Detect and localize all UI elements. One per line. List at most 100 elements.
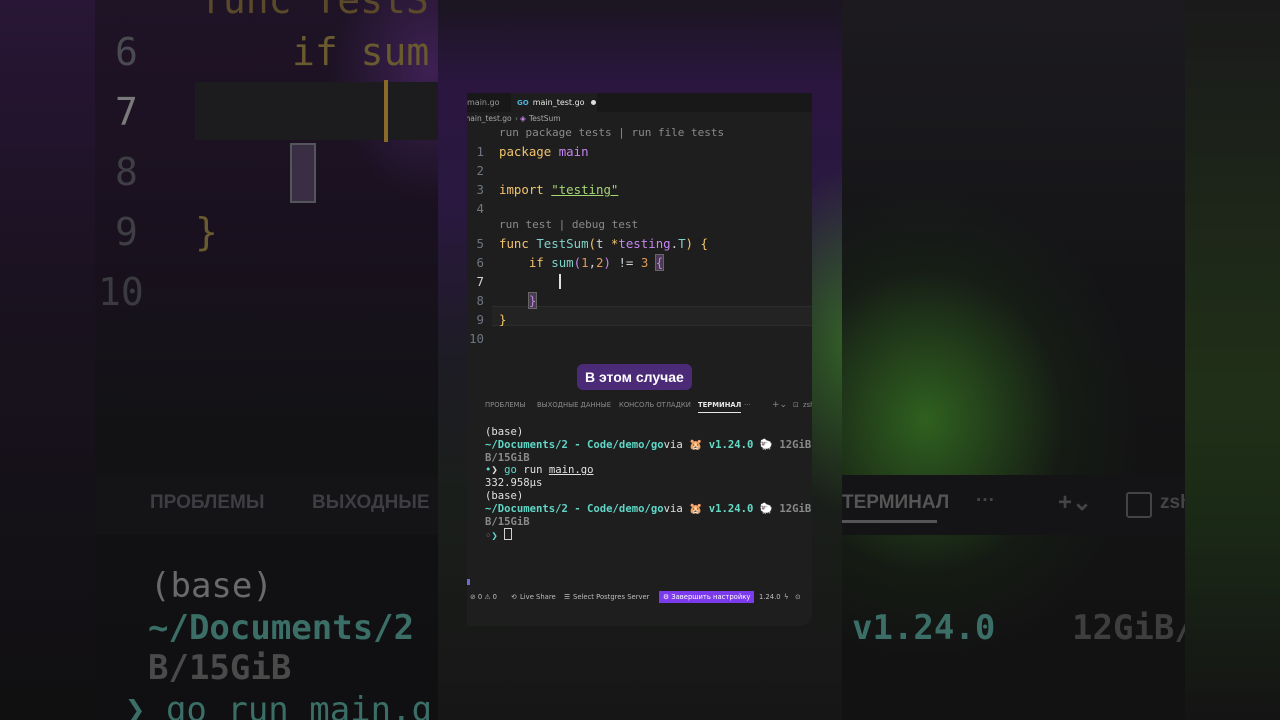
line-number: 5 [476, 236, 484, 251]
codelens-package[interactable]: run package tests | run file tests [499, 126, 724, 139]
ram-icon: 🐑 [759, 502, 773, 515]
term-mem: 12GiB/ [779, 502, 812, 515]
term-mem-total: B/15GiB [485, 515, 530, 528]
tab-debug-console[interactable]: КОНСОЛЬ ОТЛАДКИ [619, 395, 691, 415]
codelens-test[interactable]: run test | debug test [499, 218, 638, 231]
bg-term-line: ~/Documents/2 - [148, 608, 438, 648]
bg-code-fragment: func TestS [200, 0, 429, 22]
tab-main-go[interactable]: main.go [467, 93, 515, 112]
code-line-6: if sum(1,2) != 3 { [528, 254, 665, 271]
tab-terminal[interactable]: ТЕРМИНАЛ [698, 395, 742, 415]
breadcrumb-file[interactable]: main_test.go [467, 112, 512, 126]
term-output-duration: 332.958µs [485, 477, 543, 490]
remote-indicator[interactable] [467, 579, 470, 585]
term-prompt: ❯ [491, 464, 498, 477]
bg-panel-tab: ВЫХОДНЫЕ [312, 492, 430, 513]
bg-line-number: 10 [98, 270, 144, 314]
terminal-shell-icon[interactable]: ⊡ [793, 395, 799, 415]
vscode-window: main.go GO main_test.go main_test.go › ◈ … [467, 93, 812, 626]
code-line-8: } [527, 292, 538, 309]
term-base: (base) [485, 489, 524, 502]
line-number: 8 [476, 293, 484, 308]
bg-current-line [195, 82, 438, 140]
tab-problems[interactable]: ПРОБЛЕМЫ [485, 395, 526, 415]
current-line-highlight [492, 306, 812, 326]
term-version: v1.24.0 [708, 438, 754, 451]
term-mem: 12GiB/ [779, 438, 812, 451]
line-number: 7 [476, 274, 484, 289]
line-number: 10 [469, 331, 484, 346]
bg-add-icon: +⌄ [1058, 489, 1093, 516]
bg-shell-label: zsh [1160, 492, 1192, 513]
gopher-icon: 🐹 [689, 502, 703, 515]
unsaved-dot-icon[interactable] [590, 100, 596, 105]
go-version[interactable]: 1.24.0 [759, 591, 781, 603]
term-prompt: ❯ [491, 530, 498, 543]
line-number: 9 [476, 312, 484, 327]
term-version: v1.24.0 [708, 502, 754, 515]
bg-term-line: ❯ go run main.g [125, 690, 433, 720]
code-line-5: func TestSum(t *testing.T) { [499, 236, 708, 251]
term-mem-total: B/15GiB [485, 451, 530, 464]
code-line-1: package main [499, 144, 589, 159]
line-number: 3 [476, 182, 484, 197]
bg-panel-tab: ПРОБЛЕМЫ [150, 492, 265, 513]
finish-setup-button[interactable]: ⚙ Завершить настройку [659, 591, 755, 603]
code-line-9: } [499, 312, 507, 327]
tab-output[interactable]: ВЫХОДНЫЕ ДАННЫЕ [537, 395, 611, 415]
bg-line-number: 8 [115, 150, 138, 194]
term-cmd-go: go [504, 464, 517, 477]
terminal-cursor [504, 528, 513, 541]
copilot-icon[interactable]: ⊙ [795, 591, 801, 603]
breadcrumb-symbol[interactable]: TestSum [529, 112, 561, 126]
editor-tab-bar: main.go GO main_test.go [467, 93, 812, 112]
term-cmd-run: run [523, 464, 543, 477]
background-right: ТЕРМИНАЛ ··· +⌄ zsh v1.24.0 12GiB/ [842, 0, 1280, 720]
term-path: ~/Documents/2 - Code/demo/go [485, 438, 664, 451]
more-icon[interactable]: ··· [744, 395, 750, 415]
bg-mem: 12GiB/ [1072, 608, 1195, 648]
term-path: ~/Documents/2 - Code/demo/go [485, 502, 664, 515]
terminal-output[interactable]: (base) ~/Documents/2 - Code/demo/govia 🐹… [485, 426, 812, 543]
line-number: 6 [476, 255, 484, 270]
tab-main-test-go[interactable]: GO main_test.go [511, 93, 597, 112]
finish-setup-label: Завершить настройку [671, 593, 751, 601]
symbol-icon: ◈ [520, 114, 526, 123]
bg-bracket-box [290, 143, 316, 203]
breadcrumb-separator: › [515, 114, 518, 123]
bg-term-line: (base) [150, 566, 273, 606]
term-base: (base) [485, 426, 524, 438]
status-bar: ⊘ 0 ⚠ 0 ⟲ Live Share ☰ Select Postgres S… [467, 591, 812, 603]
problems-indicator[interactable]: ⊘ 0 ⚠ 0 [470, 591, 497, 603]
ram-icon: 🐑 [759, 438, 773, 451]
add-terminal-icon[interactable]: +⌄ [772, 395, 787, 415]
liveshare-icon[interactable]: ⟲ [511, 591, 517, 603]
text-cursor [559, 274, 561, 289]
bg-code-text: if sum [292, 30, 430, 74]
bg-term-line: B/15GiB [148, 648, 292, 688]
breadcrumb: main_test.go › ◈ TestSum [467, 112, 812, 126]
postgres-button[interactable]: Select Postgres Server [573, 591, 649, 603]
bg-code-text: } [195, 210, 218, 254]
panel-tab-bar: ПРОБЛЕМЫ ВЫХОДНЫЕ ДАННЫЕ КОНСОЛЬ ОТЛАДКИ… [467, 395, 812, 415]
tab-label: main.go [467, 98, 500, 107]
video-subtitle: В этом случае [577, 364, 692, 390]
bg-version: v1.24.0 [852, 608, 996, 648]
gopher-icon: 🐹 [689, 438, 703, 451]
code-line-3: import "testing" [499, 182, 619, 197]
bg-caret [384, 80, 388, 142]
bg-line-number: 9 [115, 210, 138, 254]
database-icon: ☰ [564, 593, 571, 601]
shell-label[interactable]: zsh [803, 395, 812, 415]
line-number: 1 [476, 144, 484, 159]
line-number: 2 [476, 163, 484, 178]
term-via: via [663, 502, 683, 515]
term-cmd-file: main.go [548, 464, 594, 477]
background-left: func TestS 6 if sum 7 8 9 } 10 ПРОБЛЕМЫ … [0, 0, 438, 720]
bg-panel-tab: ТЕРМИНАЛ [842, 492, 950, 513]
bg-line-number: 6 [115, 30, 138, 74]
bg-line-number: 7 [115, 90, 138, 134]
liveshare-button[interactable]: Live Share [520, 591, 556, 603]
line-number: 4 [476, 201, 484, 216]
bg-terminal-icon [1126, 492, 1152, 518]
